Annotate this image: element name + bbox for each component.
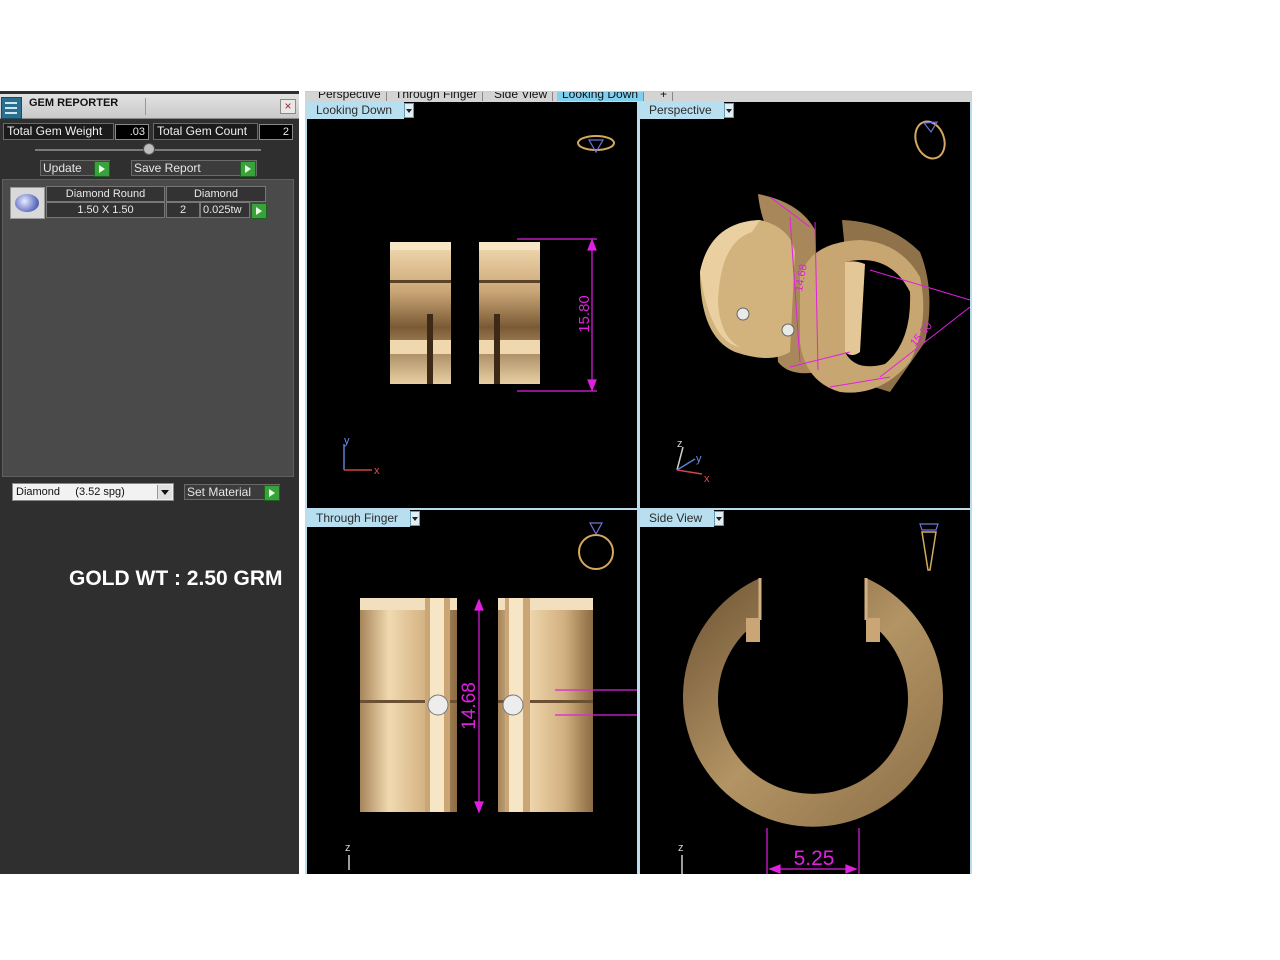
set-material-button[interactable]: Set Material	[184, 484, 280, 501]
gem-weight-cell[interactable]: 0.025tw	[200, 202, 250, 218]
axis-label-x: x	[374, 465, 380, 477]
gem-side-icon	[919, 523, 939, 571]
axis-label-y: y	[696, 453, 702, 465]
ring-half-right	[479, 242, 540, 384]
update-button-label: Update	[43, 161, 82, 175]
gem-material-cell[interactable]: Diamond	[166, 186, 266, 202]
axis-label-x: x	[704, 473, 710, 485]
close-icon[interactable]: ×	[280, 99, 296, 114]
save-report-button[interactable]: Save Report	[131, 160, 257, 177]
chevron-down-icon[interactable]	[714, 511, 725, 526]
viewport-through-finger[interactable]: 14.68 z Through Finger	[307, 510, 637, 874]
view-orientation-ring-icon	[577, 135, 615, 154]
ring-half-left	[360, 598, 457, 812]
axis-label-z: z	[678, 842, 684, 854]
title-divider	[145, 98, 146, 115]
gem-count-cell[interactable]: 2	[166, 202, 200, 218]
viewport-label-looking-down[interactable]: Looking Down	[307, 102, 415, 119]
axis-label-y: y	[344, 435, 350, 447]
through-finger-render: 14.68 z	[345, 522, 637, 870]
total-gem-count-label: Total Gem Count	[153, 123, 258, 140]
viewport-label-through-finger[interactable]: Through Finger	[307, 510, 421, 527]
gem-reporter-app-icon	[1, 97, 22, 119]
viewport-label-text: Perspective	[649, 103, 712, 117]
gem-list: Diamond Round Diamond 1.50 X 1.50 2 0.02…	[2, 179, 294, 477]
perspective-render: 14.68 15.80 z y x	[676, 120, 970, 485]
save-report-arrow-icon	[240, 161, 256, 177]
diamond-round-icon[interactable]	[10, 187, 45, 219]
material-select-value: Diamond (3.52 spg)	[16, 486, 125, 498]
gem-size-cell[interactable]: 1.50 X 1.50	[46, 202, 165, 218]
gem-reporter-panel: GEM REPORTER × Total Gem Weight .03 Tota…	[0, 91, 299, 874]
chevron-down-icon	[157, 485, 172, 499]
side-view-render: 5.25 z	[678, 523, 943, 874]
gem-shape-cell[interactable]: Diamond Round	[46, 186, 165, 202]
axis-label-z: z	[345, 842, 351, 854]
viewport-perspective[interactable]: 14.68 15.80 z y x Perspective	[640, 102, 970, 508]
total-gem-weight-value: .03	[115, 124, 149, 140]
gold-weight-text: GOLD WT : 2.50 GRM	[69, 567, 283, 590]
chevron-down-icon[interactable]	[410, 511, 421, 526]
ring-orientation-icon	[914, 120, 946, 160]
ring-half-right	[498, 598, 593, 812]
dimension-label: 15.80	[576, 295, 593, 333]
panel-slider-knob[interactable]	[143, 143, 155, 155]
ring-half-left	[390, 242, 451, 384]
panel-titlebar: GEM REPORTER ×	[0, 94, 299, 119]
chevron-down-icon[interactable]	[404, 103, 415, 118]
material-select[interactable]: Diamond (3.52 spg)	[12, 483, 174, 501]
ring-front-icon	[578, 522, 614, 570]
axis-triad-icon	[343, 444, 372, 471]
set-material-button-label: Set Material	[187, 485, 252, 499]
viewport-label-text: Side View	[649, 511, 703, 525]
viewport-grid: 15.80 y x Looking Down 14.68 15.80 z y x…	[305, 101, 972, 874]
viewport-label-text: Looking Down	[316, 103, 393, 117]
total-gem-weight-label: Total Gem Weight	[3, 123, 114, 140]
update-arrow-icon	[94, 161, 110, 177]
dimension-label: 14.68	[459, 682, 480, 730]
axis-label-z: z	[677, 438, 683, 450]
viewport-label-side-view[interactable]: Side View	[640, 510, 725, 527]
chevron-down-icon[interactable]	[723, 103, 734, 118]
update-button[interactable]: Update	[40, 160, 110, 177]
set-material-arrow-icon	[264, 485, 280, 501]
viewport-label-text: Through Finger	[316, 511, 399, 525]
viewport-looking-down[interactable]: 15.80 y x Looking Down	[307, 102, 637, 508]
gem-row-arrow-icon[interactable]	[251, 203, 267, 219]
looking-down-render: 15.80 y x	[343, 135, 615, 477]
save-report-button-label: Save Report	[134, 161, 201, 175]
dimension-label: 5.25	[794, 847, 835, 870]
total-gem-count-value: 2	[259, 124, 293, 140]
viewport-side-view[interactable]: 5.25 z Side View	[640, 510, 970, 874]
panel-title: GEM REPORTER	[29, 97, 119, 109]
viewport-label-perspective[interactable]: Perspective	[640, 102, 734, 119]
